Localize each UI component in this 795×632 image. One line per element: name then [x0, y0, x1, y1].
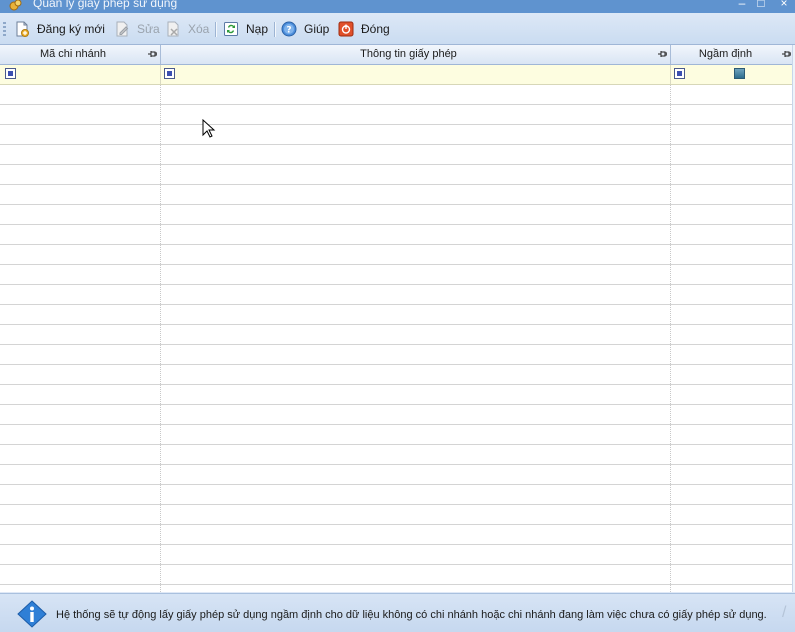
delete-label: Xóa	[188, 22, 210, 36]
filter-condition-button[interactable]	[674, 68, 685, 79]
reload-button[interactable]: Nạp	[223, 19, 268, 39]
resize-grip[interactable]: /	[782, 604, 794, 622]
column-header-default[interactable]: Ngầm định	[671, 45, 795, 64]
info-icon	[17, 600, 47, 628]
register-new-label: Đăng ký mới	[37, 22, 105, 36]
toolbar-separator	[215, 22, 217, 37]
grid-header: Mã chi nhánh Thông tin giấy phép Ngầm đị…	[0, 45, 795, 65]
column-header-label: Mã chi nhánh	[39, 48, 107, 60]
toolbar: Đăng ký mới Sửa Xóa Nạp ? Giúp Đóng	[0, 13, 795, 45]
delete-document-icon	[167, 21, 179, 37]
close-icon	[338, 21, 354, 37]
status-bar: Hệ thống sẽ tự động lấy giấy phép sử dụn…	[0, 593, 795, 632]
maximize-button[interactable]: □	[754, 0, 768, 10]
column-header-branch-code[interactable]: Mã chi nhánh	[0, 45, 161, 64]
toolbar-grip[interactable]	[3, 22, 6, 36]
edit-label: Sửa	[137, 22, 160, 36]
toolbar-separator	[274, 22, 276, 37]
status-message: Hệ thống sẽ tự động lấy giấy phép sử dụn…	[56, 609, 767, 621]
window-title: Quản lý giấy phép sử dụng	[33, 0, 178, 10]
column-header-license-info[interactable]: Thông tin giấy phép	[161, 45, 671, 64]
default-filter-checkbox[interactable]	[734, 68, 745, 79]
license-grid[interactable]: Mã chi nhánh Thông tin giấy phép Ngầm đị…	[0, 45, 795, 592]
reload-icon	[224, 22, 238, 36]
column-divider	[670, 85, 671, 592]
svg-text:?: ?	[286, 26, 291, 36]
pin-icon[interactable]	[658, 50, 667, 58]
filter-condition-button[interactable]	[164, 68, 175, 79]
edit-document-icon	[116, 21, 129, 37]
new-document-icon	[16, 21, 29, 37]
title-bar: Quản lý giấy phép sử dụng – □ ×	[0, 0, 795, 13]
reload-label: Nạp	[246, 22, 269, 36]
register-new-button[interactable]: Đăng ký mới	[14, 19, 105, 39]
filter-cell-default[interactable]	[671, 65, 795, 84]
filter-row	[0, 65, 795, 85]
help-label: Giúp	[304, 22, 330, 36]
help-icon: ?	[281, 21, 297, 37]
filter-cell-license-info[interactable]	[161, 65, 671, 84]
grid-rows[interactable]	[0, 85, 795, 592]
column-divider	[160, 85, 161, 592]
close-button[interactable]: Đóng	[338, 19, 390, 39]
app-icon	[9, 0, 22, 11]
mouse-cursor-icon	[202, 119, 216, 138]
column-header-label: Thông tin giấy phép	[360, 48, 457, 60]
filter-cell-branch-code[interactable]	[0, 65, 161, 84]
pin-icon[interactable]	[782, 50, 791, 58]
pin-icon[interactable]	[148, 50, 157, 58]
help-button[interactable]: ? Giúp	[281, 19, 329, 39]
column-header-label: Ngầm định	[698, 48, 753, 60]
edit-button[interactable]: Sửa	[114, 19, 160, 39]
close-label: Đóng	[361, 22, 390, 36]
minimize-button[interactable]: –	[735, 0, 749, 10]
filter-condition-button[interactable]	[5, 68, 16, 79]
window-close-button[interactable]: ×	[777, 0, 791, 10]
delete-button[interactable]: Xóa	[165, 19, 209, 39]
